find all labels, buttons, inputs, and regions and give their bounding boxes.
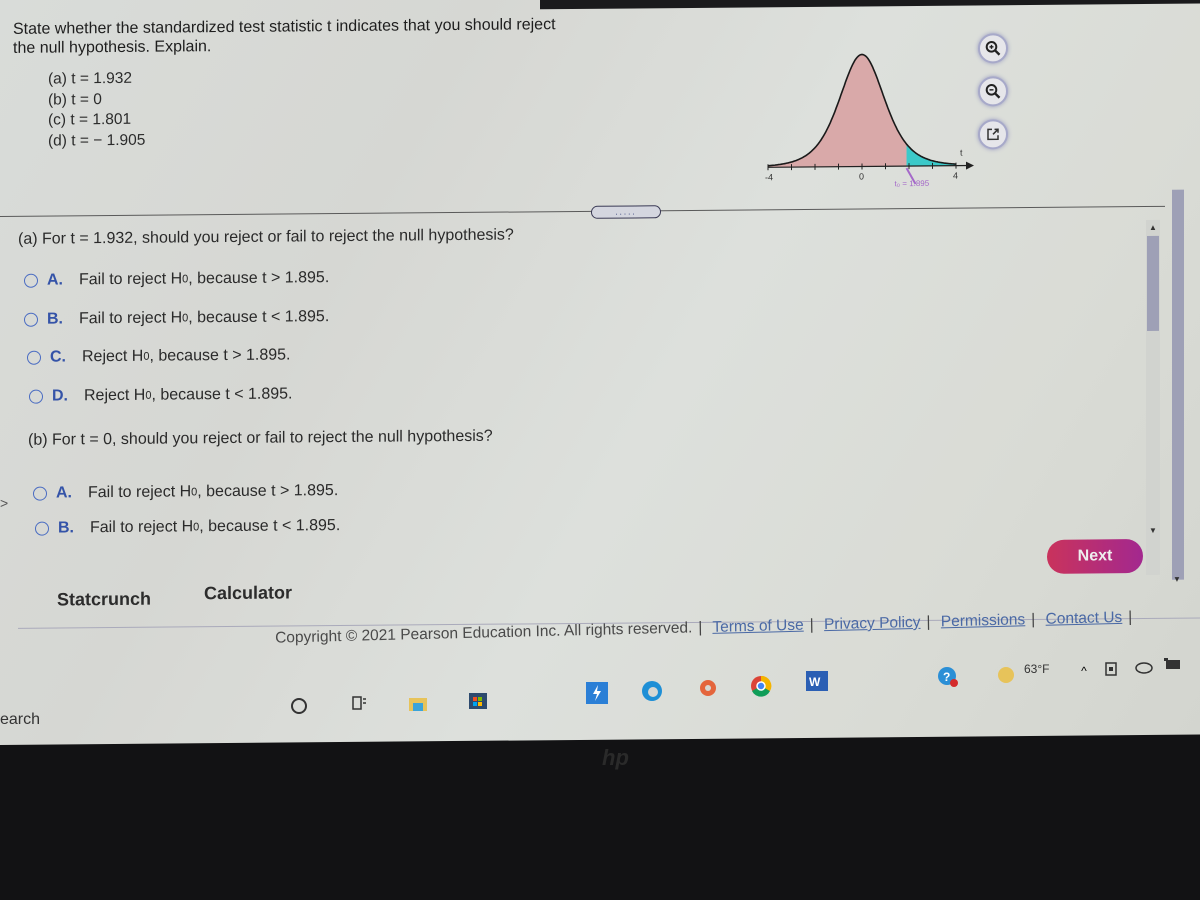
t-distribution-chart: -4 0 4 t t₀ = 1.895 [765, 53, 974, 188]
option-text: Fail to reject H [88, 483, 192, 502]
x-axis-arrow [966, 161, 974, 170]
privacy-policy-link[interactable]: Privacy Policy [824, 614, 921, 633]
option-text-end: , because t < 1.895. [151, 385, 293, 404]
weather-temperature[interactable]: 63°F [1024, 662, 1049, 676]
next-button[interactable]: Next [1047, 539, 1143, 574]
item-d: (d) t = − 1.905 [48, 131, 146, 150]
zoom-out-icon [985, 84, 1001, 99]
radio-button[interactable] [24, 312, 38, 327]
popout-button[interactable] [978, 119, 1008, 150]
radio-button[interactable] [24, 273, 38, 288]
option-text: Fail to reject H [79, 309, 183, 328]
screen: State whether the standardized test stat… [0, 0, 1200, 745]
option-letter: A. [56, 484, 72, 502]
item-b: (b) t = 0 [48, 90, 102, 109]
option-letter: A. [47, 271, 63, 289]
scroll-down-arrow-icon[interactable]: ▼ [1149, 526, 1157, 535]
part-b-option-b[interactable]: B. Fail to reject H0, because t < 1.895. [35, 517, 340, 538]
svg-text:?: ? [943, 670, 950, 684]
option-letter: B. [47, 310, 63, 328]
scroll-down-arrow-icon[interactable]: ▼ [1173, 575, 1181, 584]
page-scrollbar[interactable]: ▼ [1172, 189, 1184, 584]
graph-tools [978, 33, 1010, 162]
calculator-link[interactable]: Calculator [204, 582, 292, 604]
cortana-icon[interactable] [288, 695, 310, 717]
chevron-right-icon: > [0, 494, 9, 511]
option-text-end: , because t > 1.895. [188, 269, 330, 288]
help-notification-icon[interactable]: ? [937, 666, 959, 688]
window-top-edge [540, 0, 1200, 10]
rejection-region-area [906, 144, 956, 167]
expand-more-button[interactable]: ..... [591, 205, 661, 219]
option-text-end: , because t > 1.895. [197, 482, 339, 501]
word-icon[interactable]: W [806, 670, 828, 692]
option-text: Reject H [84, 386, 146, 405]
option-text: Reject H [82, 347, 144, 366]
part-b-option-a[interactable]: A. Fail to reject H0, because t > 1.895. [33, 482, 338, 503]
zoom-in-button[interactable] [978, 33, 1008, 64]
radio-button[interactable] [29, 389, 43, 404]
taskbar-search[interactable]: earch [0, 711, 40, 729]
part-a-option-c[interactable]: C. Reject H0, because t > 1.895. [27, 346, 290, 366]
part-a-option-a[interactable]: A. Fail to reject H0, because t > 1.895. [24, 269, 329, 290]
option-text-end: , because t < 1.895. [188, 308, 330, 327]
file-explorer-icon[interactable] [407, 692, 429, 714]
option-letter: B. [58, 519, 74, 537]
edge-icon[interactable] [641, 680, 663, 702]
question-items: (a) t = 1.932 (b) t = 0 (c) t = 1.801 (d… [48, 69, 145, 152]
origin-icon[interactable] [697, 677, 719, 699]
item-a: (a) t = 1.932 [48, 69, 133, 88]
section-divider [0, 205, 1165, 217]
external-link-icon [987, 128, 999, 141]
contact-us-link[interactable]: Contact Us [1045, 609, 1122, 628]
terms-of-use-link[interactable]: Terms of Use [712, 617, 804, 636]
radio-button[interactable] [27, 350, 41, 365]
option-letter: D. [52, 387, 68, 405]
part-a-option-d[interactable]: D. Reject H0, because t < 1.895. [29, 385, 292, 405]
zoom-in-icon [985, 41, 1001, 56]
svg-text:W: W [809, 675, 821, 689]
scroll-up-arrow-icon[interactable]: ▲ [1149, 223, 1157, 232]
x-tick-label: 4 [953, 171, 958, 181]
network-icon[interactable] [1162, 653, 1184, 675]
x-tick-label: -4 [765, 172, 773, 182]
option-text-end: , because t > 1.895. [149, 346, 291, 365]
x-tick-label: 0 [859, 171, 864, 181]
part-a-option-b[interactable]: B. Fail to reject H0, because t < 1.895. [24, 308, 329, 329]
chrome-icon[interactable] [750, 675, 772, 697]
radio-button[interactable] [35, 521, 49, 536]
option-letter: C. [50, 348, 66, 366]
question-scrollbar[interactable]: ▲ ▼ [1146, 219, 1160, 575]
zoom-out-button[interactable] [978, 76, 1008, 107]
app-bolt-icon[interactable] [586, 682, 608, 704]
microsoft-store-icon[interactable] [467, 688, 489, 710]
task-view-icon[interactable] [348, 692, 370, 714]
option-text-end: , because t < 1.895. [199, 517, 341, 536]
hp-logo-icon: hp [602, 745, 629, 770]
permissions-link[interactable]: Permissions [941, 611, 1026, 630]
option-text: Fail to reject H [90, 518, 194, 537]
critical-value-label: t₀ = 1.895 [895, 179, 930, 188]
weather-sun-icon [995, 664, 1017, 686]
option-text: Fail to reject H [79, 270, 183, 289]
footer: Copyright © 2021 Pearson Education Inc. … [275, 608, 1133, 647]
statcrunch-link[interactable]: Statcrunch [57, 589, 151, 611]
non-rejection-area [768, 54, 907, 168]
onedrive-cloud-icon[interactable] [1133, 656, 1155, 678]
radio-button[interactable] [33, 486, 47, 501]
item-c: (c) t = 1.801 [48, 110, 132, 129]
part-a-question: (a) For t = 1.932, should you reject or … [18, 226, 514, 248]
show-hidden-icons-chevron-icon[interactable]: ^ [1073, 660, 1095, 682]
device-icon[interactable] [1100, 658, 1122, 680]
scrollbar-thumb[interactable] [1147, 235, 1159, 331]
x-axis-label: t [960, 148, 963, 158]
question-title: State whether the standardized test stat… [13, 16, 556, 57]
part-b-question: (b) For t = 0, should you reject or fail… [28, 427, 493, 449]
